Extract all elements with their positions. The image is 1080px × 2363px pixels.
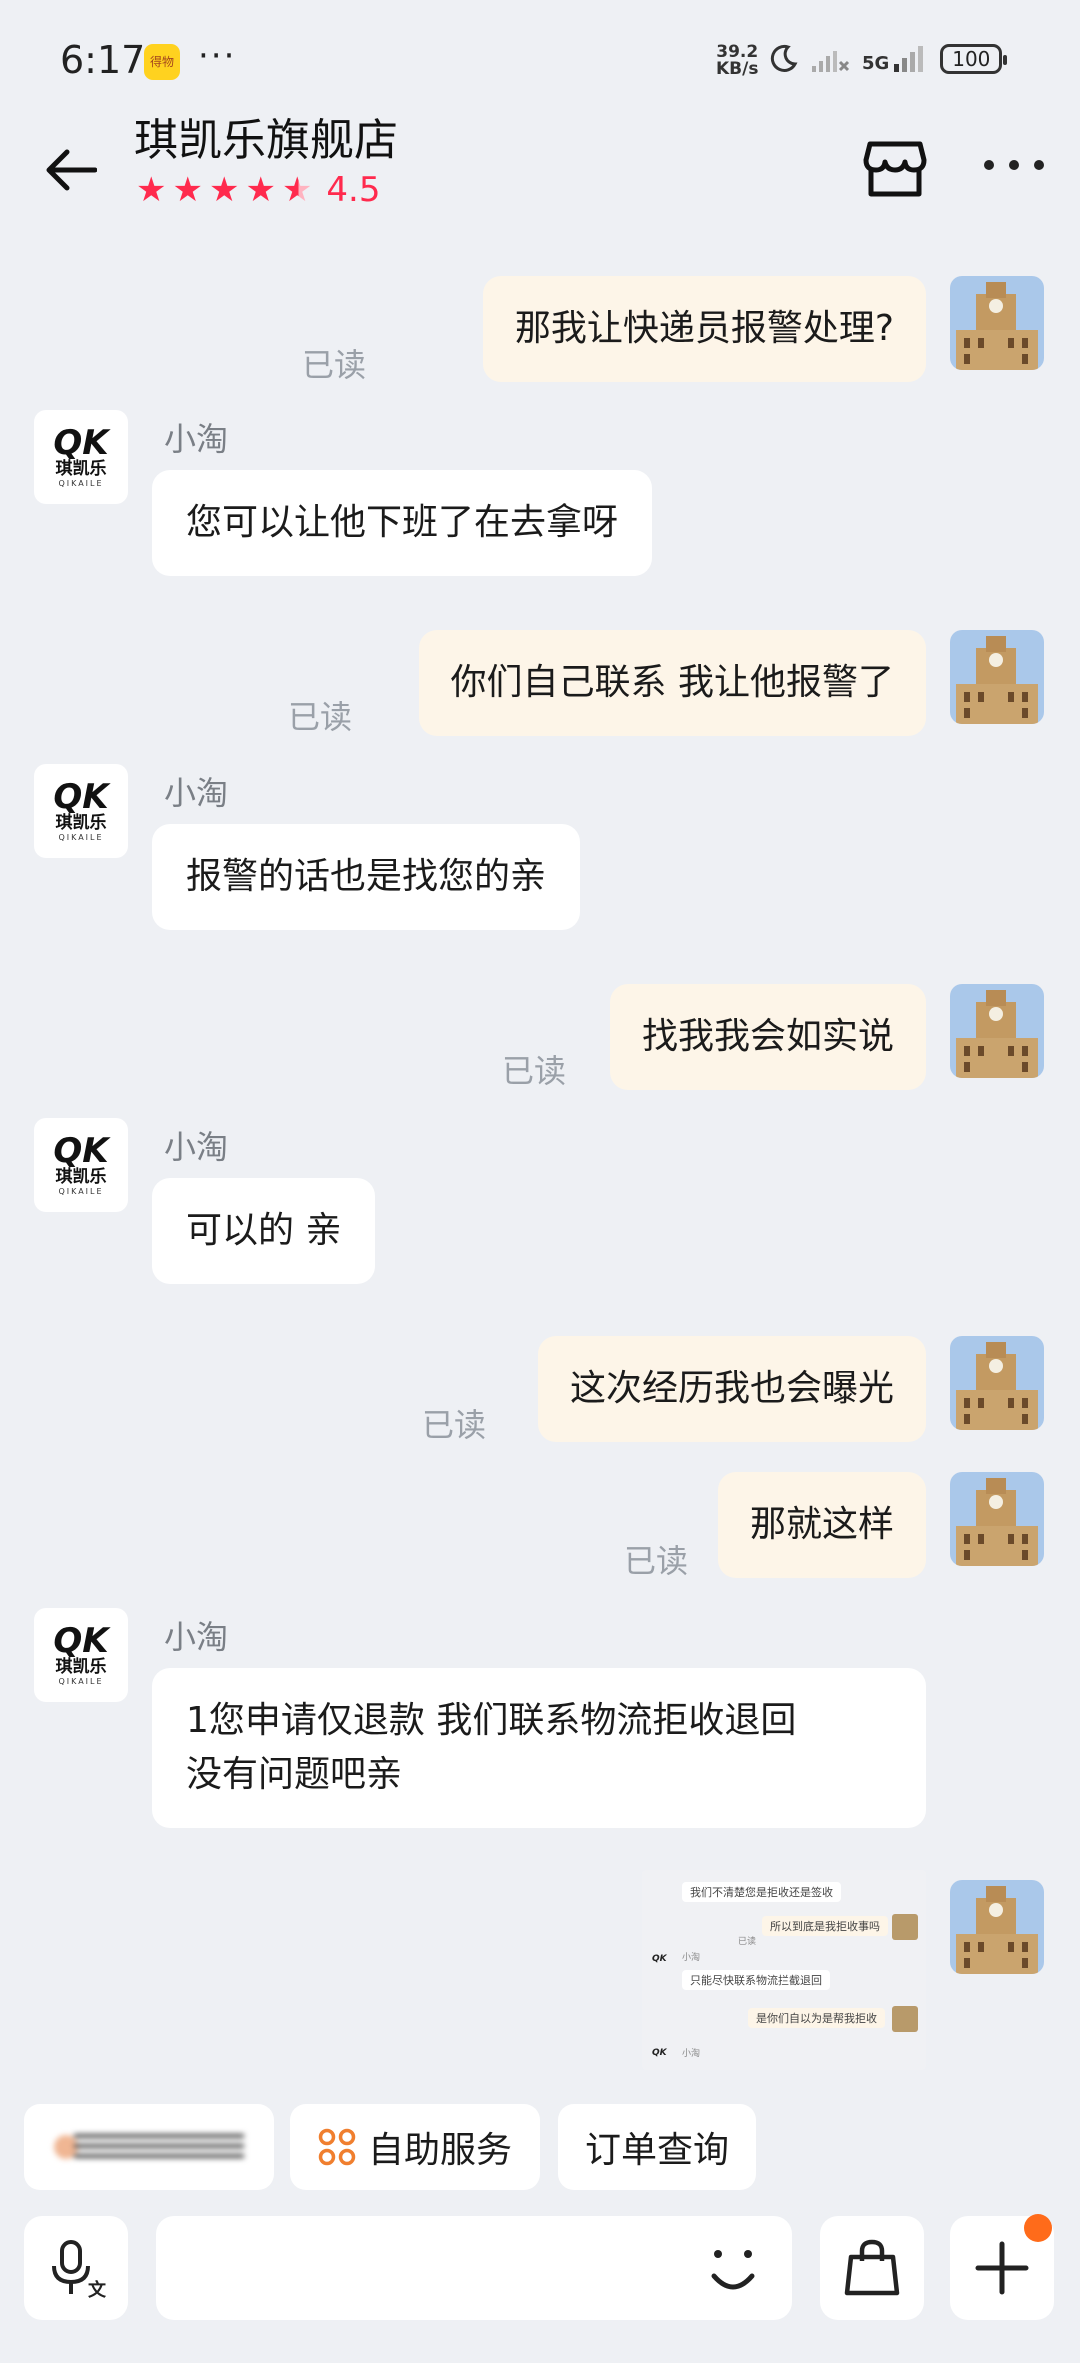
thumb-text: 是你们自以为是帮我拒收: [748, 2008, 885, 2028]
blurred-chip[interactable]: [24, 2104, 274, 2190]
shop-rating: ★ ★ ★ ★ ★ 4.5: [136, 170, 381, 210]
thumb-sender: 小淘: [682, 1953, 701, 1963]
dewu-app-icon: 得物: [144, 44, 180, 80]
user-avatar[interactable]: [950, 1880, 1044, 1974]
shopping-bag-icon: [844, 2239, 900, 2296]
wifi-signal-off-icon: [812, 51, 850, 72]
outgoing-message[interactable]: 那我让快递员报警处理?: [482, 276, 926, 382]
incoming-message[interactable]: 可以的 亲: [152, 1178, 376, 1284]
shop-title[interactable]: 琪凯乐旗舰店: [134, 104, 398, 168]
sender-name: 小淘: [164, 420, 229, 458]
status-time: 6:17: [60, 38, 146, 82]
more-options-button[interactable]: [984, 150, 1044, 180]
outgoing-message[interactable]: 找我我会如实说: [609, 984, 926, 1090]
arrow-left-icon: [46, 149, 97, 191]
user-avatar[interactable]: [950, 984, 1044, 1078]
microphone-translate-icon: 文: [52, 2240, 107, 2300]
read-status: 已读: [287, 698, 352, 736]
user-avatar[interactable]: [950, 276, 1044, 370]
incoming-message[interactable]: 报警的话也是找您的亲: [152, 824, 581, 930]
screenshot-image-message[interactable]: 我们不清楚您是拒收还是签收 所以到底是我拒收事吗 已读 QK 小淘 只能尽快联系…: [642, 1870, 926, 2070]
network-speed: 39.2 KB/s: [716, 42, 759, 79]
battery-icon: 100: [940, 44, 1008, 74]
half-star-icon: ★: [281, 170, 313, 210]
read-status: 已读: [501, 1052, 566, 1090]
order-query-chip[interactable]: 订单查询: [558, 2104, 756, 2190]
emoji-button[interactable]: [700, 2236, 766, 2302]
user-avatar[interactable]: [950, 1472, 1044, 1566]
status-icons: 5G 100: [768, 44, 1008, 74]
self-service-chip[interactable]: 自助服务: [290, 2104, 540, 2190]
thumb-text: 所以到底是我拒收事吗: [762, 1916, 888, 1936]
message-input[interactable]: [156, 2216, 792, 2320]
thumb-read: 已读: [738, 1937, 757, 1947]
read-status: 已读: [301, 346, 366, 384]
back-button[interactable]: [36, 140, 106, 200]
star-icon: ★: [172, 170, 203, 210]
thumb-text: 我们不清楚您是拒收还是签收: [682, 1882, 841, 1902]
rating-score: 4.5: [326, 170, 381, 210]
star-icon: ★: [208, 170, 240, 210]
sender-name: 小淘: [164, 1618, 229, 1656]
outgoing-message[interactable]: 那就这样: [717, 1472, 926, 1578]
thumb-shop-logo: QK: [652, 1954, 667, 1964]
read-status: 已读: [421, 1406, 486, 1444]
grid-dots-icon: [318, 2128, 356, 2166]
store-icon: [863, 141, 927, 197]
thumb-avatar: [892, 2006, 918, 2032]
cellular-5g-icon: 5G: [862, 44, 928, 74]
star-icon: ★: [245, 170, 276, 210]
store-button[interactable]: [860, 136, 930, 200]
user-avatar[interactable]: [950, 1336, 1044, 1430]
outgoing-message[interactable]: 你们自己联系 我让他报警了: [418, 630, 926, 736]
thumb-text: 只能尽快联系物流拦截退回: [682, 1970, 830, 1990]
thumb-shop-logo: QK: [652, 2048, 667, 2058]
user-avatar[interactable]: [950, 630, 1044, 724]
svg-text:文: 文: [88, 2279, 107, 2300]
sender-name: 小淘: [164, 1128, 229, 1166]
thumb-avatar: [892, 1914, 918, 1940]
moon-icon: [770, 44, 798, 72]
notification-more-indicator: ···: [198, 36, 237, 76]
star-icon: ★: [136, 170, 167, 210]
shopping-bag-button[interactable]: [820, 2216, 924, 2320]
incoming-message[interactable]: 您可以让他下班了在去拿呀: [152, 470, 653, 576]
shop-avatar[interactable]: QK 琪凯乐 QIKAILE: [34, 1608, 128, 1702]
notification-dot: [1024, 2214, 1052, 2242]
sender-name: 小淘: [164, 774, 229, 812]
thumb-sender: 小淘: [682, 2049, 701, 2059]
shop-avatar[interactable]: QK 琪凯乐 QIKAILE: [34, 410, 128, 504]
blurred-content: [54, 2130, 244, 2164]
read-status: 已读: [623, 1542, 688, 1580]
smile-icon: [711, 2250, 755, 2290]
shop-avatar[interactable]: QK 琪凯乐 QIKAILE: [34, 1118, 128, 1212]
shop-avatar[interactable]: QK 琪凯乐 QIKAILE: [34, 764, 128, 858]
outgoing-message[interactable]: 这次经历我也会曝光: [537, 1336, 926, 1442]
voice-input-button[interactable]: 文: [24, 2216, 128, 2320]
incoming-message[interactable]: 1您申请仅退款 我们联系物流拒收退回 没有问题吧亲: [152, 1668, 926, 1828]
plus-icon: [975, 2241, 1029, 2295]
